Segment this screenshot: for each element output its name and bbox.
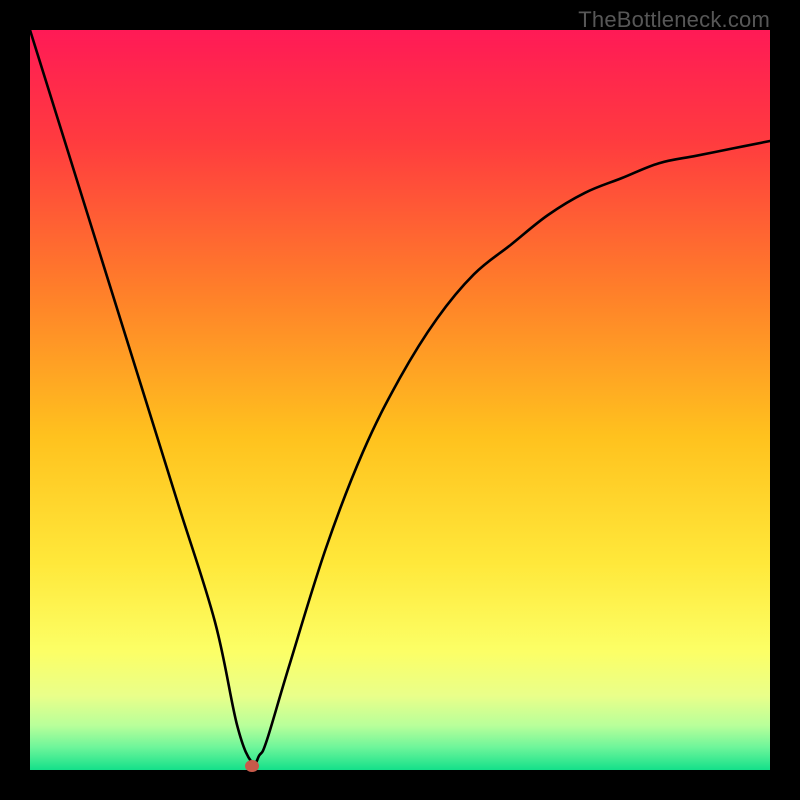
chart-frame [30, 30, 770, 770]
chart-svg [30, 30, 770, 770]
bottleneck-curve [30, 30, 770, 764]
optimal-point-marker [245, 760, 259, 772]
